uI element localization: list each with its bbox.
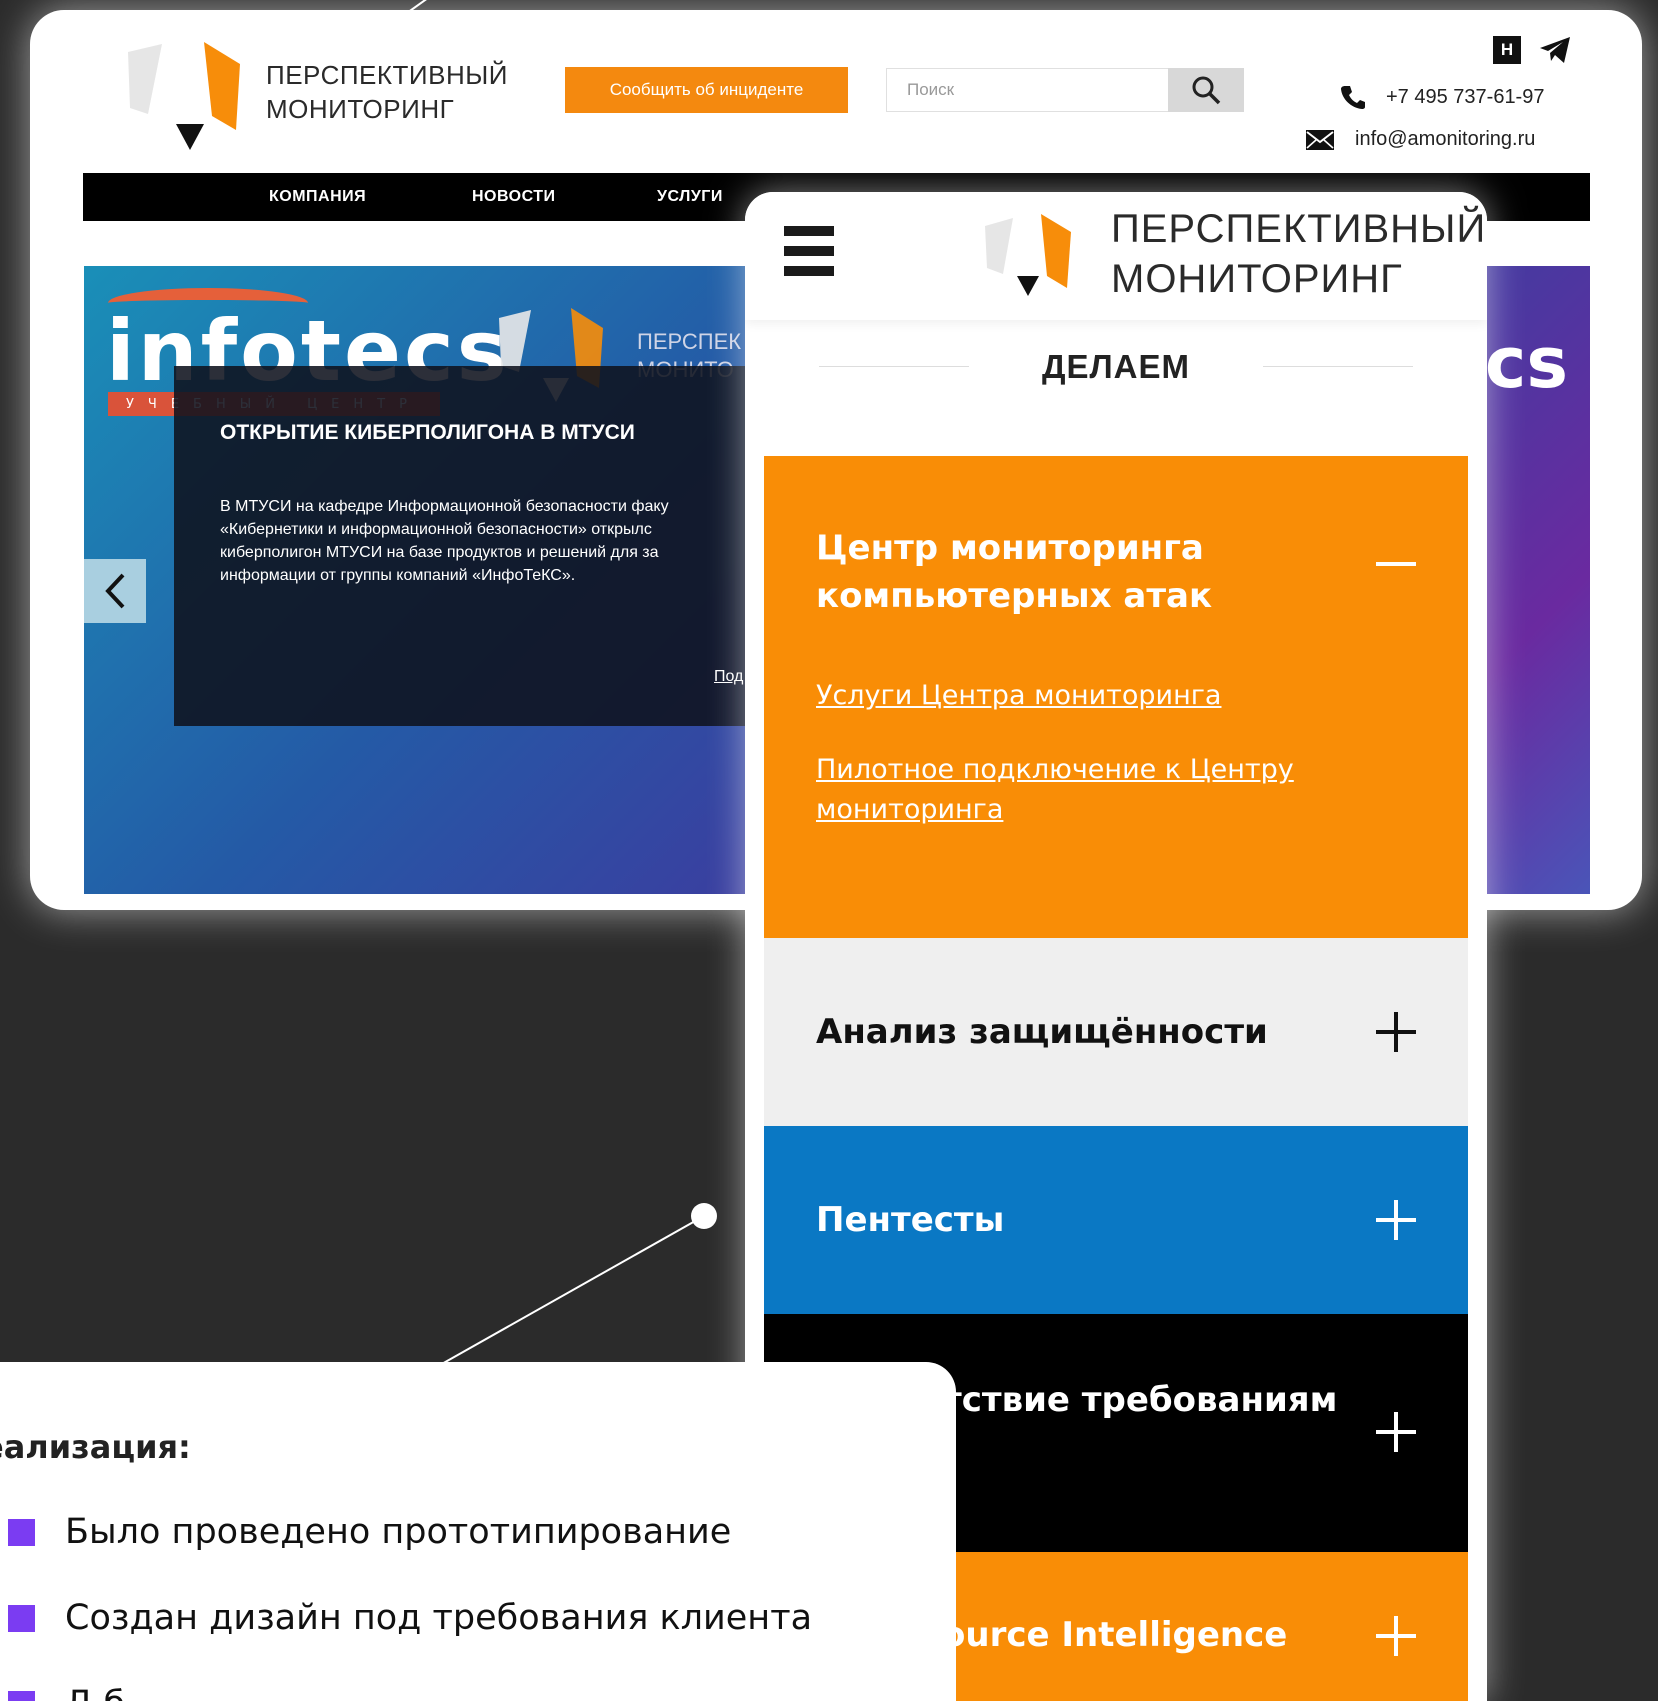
phone-number: +7 495 737-61-97	[1386, 85, 1545, 108]
news-more-link[interactable]: Под	[714, 668, 743, 686]
mail-icon	[1306, 129, 1334, 150]
news-body: В МТУСИ на кафедре Информационной безопа…	[220, 498, 669, 584]
accordion-title: Пентесты	[816, 1200, 1005, 1240]
implementation-card: еализация: Было проведено прототипирован…	[0, 1362, 956, 1701]
section-title: ДЕЛАЕМ	[1041, 348, 1190, 385]
accordion-item-pentests[interactable]: Пентесты	[764, 1126, 1468, 1314]
search-icon	[1192, 76, 1221, 105]
mobile-brand-logo-icon	[985, 214, 1071, 296]
slider-prev-button[interactable]	[84, 559, 146, 623]
section-divider-left	[819, 366, 969, 367]
bullet-square-icon	[8, 1690, 35, 1701]
nav-item-services[interactable]: УСЛУГИ	[657, 188, 723, 206]
brand-logo-icon	[128, 42, 240, 150]
telegram-icon[interactable]	[1539, 36, 1571, 64]
hamburger-menu-icon[interactable]	[784, 226, 834, 276]
site-header: ПЕРСПЕКТИВНЫЙ МОНИТОРИНГ Сообщить об инц…	[30, 10, 1642, 170]
callout-connector-line	[439, 1215, 705, 1366]
implementation-item: Д б	[8, 1684, 125, 1701]
email-address: info@amonitoring.ru	[1355, 128, 1536, 150]
news-title: ОТКРЫТИЕ КИБЕРПОЛИГОНА В МТУСИ	[220, 421, 635, 444]
contact-email[interactable]: info@amonitoring.ru	[1305, 128, 1535, 151]
accordion-item-security-analysis[interactable]: Анализ защищённости	[764, 938, 1468, 1126]
mobile-header: ПЕРСПЕКТИВНЫЙ МОНИТОРИНГ	[745, 192, 1487, 320]
social-links: H	[1493, 36, 1571, 64]
plus-icon[interactable]	[1374, 1410, 1418, 1454]
report-incident-button[interactable]: Сообщить об инциденте	[565, 67, 848, 113]
brand-name: ПЕРСПЕКТИВНЫЙ МОНИТОРИНГ	[266, 60, 508, 124]
contact-phone[interactable]: +7 495 737-61-97	[1340, 84, 1544, 110]
implementation-heading: еализация:	[0, 1428, 191, 1466]
plus-icon[interactable]	[1374, 1614, 1418, 1658]
bullet-square-icon	[8, 1518, 35, 1546]
hh-icon[interactable]: H	[1493, 36, 1521, 64]
implementation-item: Было проведено прототипирование	[8, 1512, 731, 1552]
chevron-left-icon	[105, 573, 125, 609]
link-pilot-connection[interactable]: Пилотное подключение к Центру мониторинг…	[816, 750, 1294, 830]
search-box: Поиск	[886, 68, 1244, 112]
search-button[interactable]	[1168, 68, 1244, 112]
accordion-title: Анализ защищённости	[816, 1012, 1268, 1052]
infotecs-logo-fragment: cs	[1484, 322, 1568, 404]
mobile-brand-name: ПЕРСПЕКТИВНЫЙ МОНИТОРИНГ	[1111, 207, 1487, 301]
accordion-title: ource Intelligence	[942, 1615, 1288, 1655]
link-monitoring-services[interactable]: Услуги Центра мониторинга	[816, 676, 1221, 716]
section-header: ДЕЛАЕМ	[745, 342, 1487, 392]
accordion-title: Центр мониторинга компьютерных атак	[816, 528, 1213, 616]
plus-icon[interactable]	[1374, 1010, 1418, 1054]
news-card: ОТКРЫТИЕ КИБЕРПОЛИГОНА В МТУСИ В МТУСИ н…	[174, 366, 834, 726]
implementation-item: Создан дизайн под требования клиента	[8, 1598, 812, 1638]
nav-item-news[interactable]: НОВОСТИ	[472, 188, 556, 206]
search-input[interactable]: Поиск	[886, 68, 1168, 112]
plus-icon[interactable]	[1374, 1198, 1418, 1242]
phone-icon	[1341, 86, 1365, 109]
bullet-square-icon	[8, 1604, 35, 1632]
connector-dot	[691, 1203, 717, 1229]
minus-icon[interactable]	[1374, 542, 1418, 586]
accordion-item-monitoring-center[interactable]: Центр мониторинга компьютерных атак Услу…	[764, 456, 1468, 938]
nav-item-company[interactable]: КОМПАНИЯ	[269, 188, 366, 206]
accordion-title: тствие требованиям	[942, 1380, 1338, 1420]
section-divider-right	[1263, 366, 1413, 367]
